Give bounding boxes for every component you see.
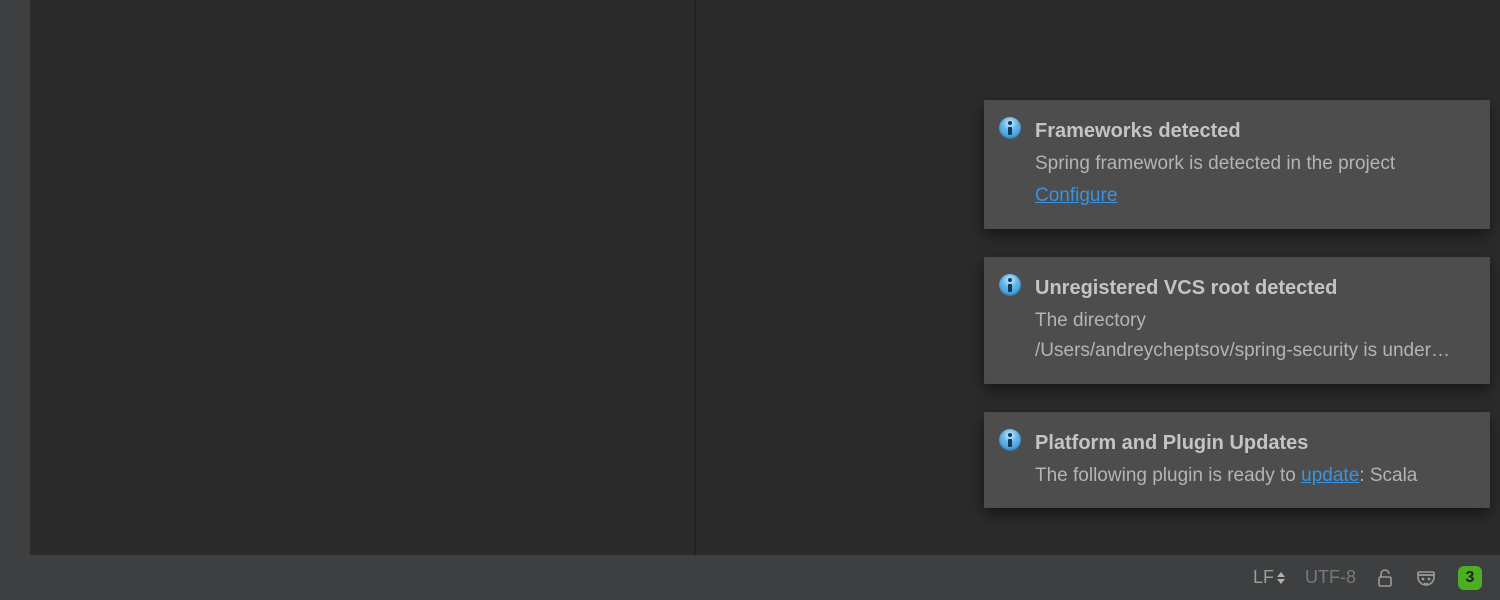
- line-separator-widget[interactable]: LF: [1243, 555, 1295, 600]
- dropdown-arrows-icon: [1277, 572, 1285, 584]
- configure-link[interactable]: Configure: [1035, 181, 1117, 211]
- notification-message-post: : Scala: [1359, 465, 1417, 486]
- editor-splitter[interactable]: [694, 0, 696, 555]
- notification-message-pre: The following plugin is ready to: [1035, 465, 1301, 486]
- notification-message-line: /Users/andreycheptsov/spring-security is…: [1035, 336, 1473, 366]
- notification-title: Frameworks detected: [1035, 115, 1473, 147]
- inspection-hector-icon[interactable]: [1404, 555, 1448, 600]
- encoding-label: UTF-8: [1305, 567, 1356, 588]
- info-icon: [999, 429, 1021, 451]
- notification-body: The directory /Users/andreycheptsov/spri…: [1035, 306, 1473, 367]
- notification-stack: Frameworks detected Spring framework is …: [984, 100, 1490, 536]
- info-icon: [999, 274, 1021, 296]
- notification-title: Platform and Plugin Updates: [1035, 427, 1473, 459]
- notification-message-line: The directory: [1035, 310, 1146, 331]
- notification-frameworks-detected[interactable]: Frameworks detected Spring framework is …: [984, 100, 1490, 229]
- update-link[interactable]: update: [1301, 465, 1359, 486]
- ide-window: Frameworks detected Spring framework is …: [0, 0, 1500, 600]
- notification-message: Spring framework is detected in the proj…: [1035, 153, 1395, 174]
- notification-platform-updates[interactable]: Platform and Plugin Updates The followin…: [984, 412, 1490, 508]
- event-log-indicator[interactable]: 3: [1448, 555, 1492, 600]
- notification-title: Unregistered VCS root detected: [1035, 272, 1473, 304]
- encoding-widget[interactable]: UTF-8: [1295, 555, 1366, 600]
- notification-vcs-root[interactable]: Unregistered VCS root detected The direc…: [984, 257, 1490, 384]
- info-icon: [999, 117, 1021, 139]
- line-separator-label: LF: [1253, 567, 1274, 588]
- left-tool-stripe[interactable]: [0, 0, 30, 555]
- status-bar: LF UTF-8 3: [0, 555, 1500, 600]
- notification-body: The following plugin is ready to update:…: [1035, 461, 1473, 491]
- notification-body: Spring framework is detected in the proj…: [1035, 149, 1473, 212]
- event-count-badge: 3: [1458, 566, 1482, 590]
- read-only-toggle[interactable]: [1366, 555, 1404, 600]
